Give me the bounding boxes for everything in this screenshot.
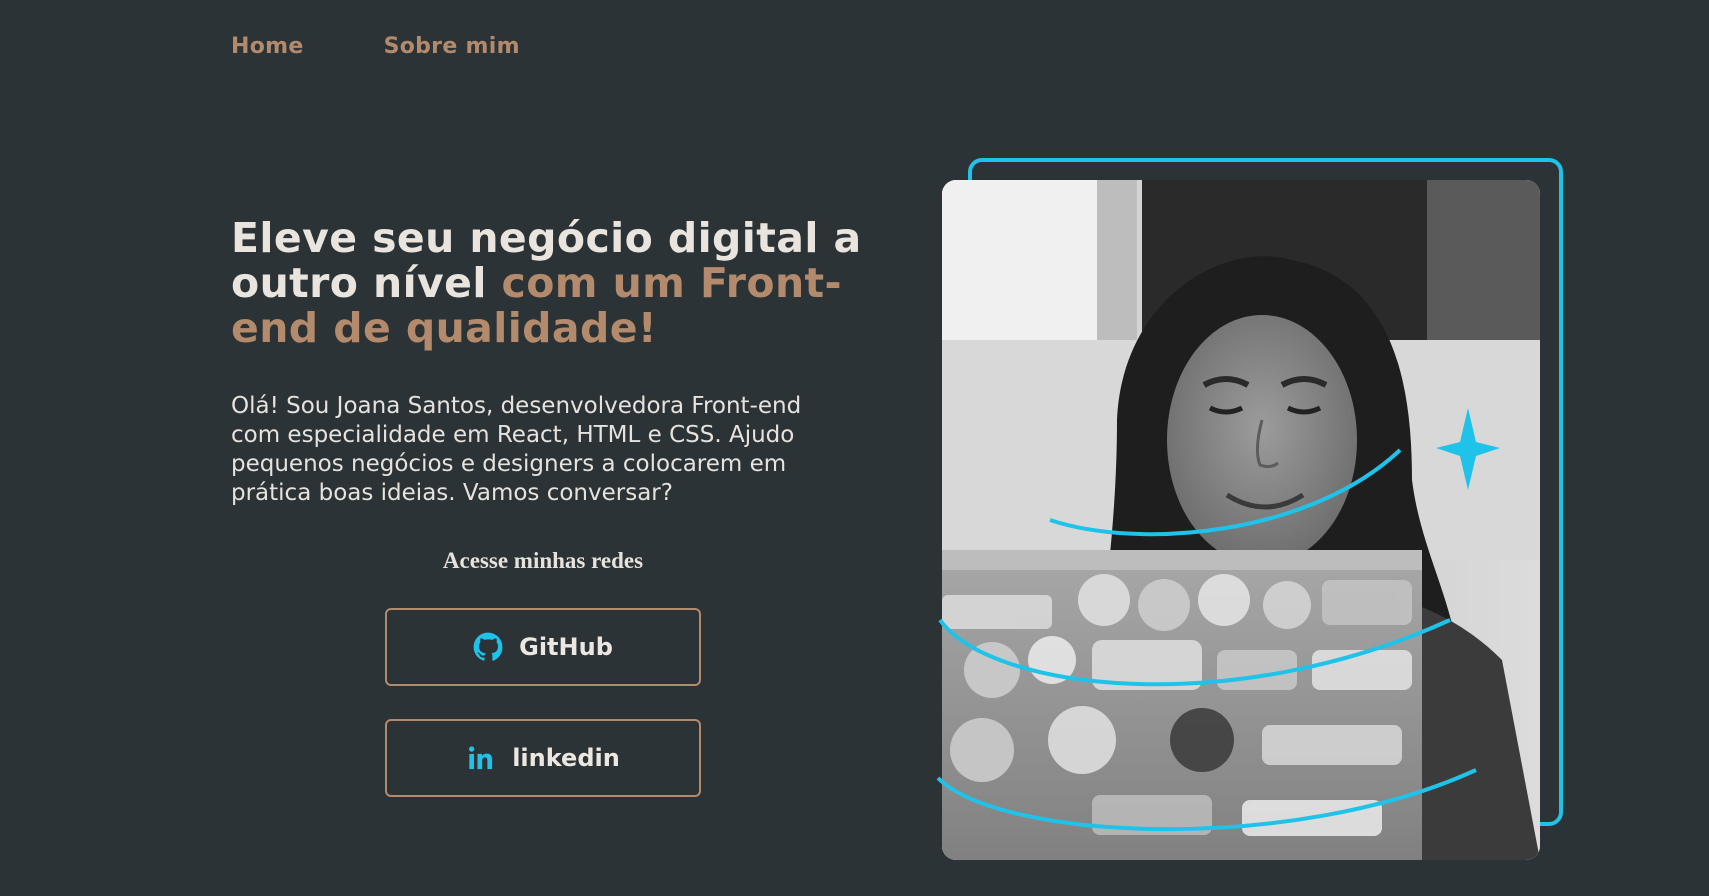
top-nav: Home Sobre mim	[231, 34, 520, 59]
hero-headline: Eleve seu negócio digital a outro nível …	[231, 216, 871, 351]
github-button[interactable]: GitHub	[385, 608, 701, 686]
github-icon	[473, 632, 503, 662]
github-label: GitHub	[519, 633, 613, 661]
linkedin-label: linkedin	[512, 744, 620, 772]
nav-about-link[interactable]: Sobre mim	[384, 34, 520, 59]
hero-intro: Olá! Sou Joana Santos, desenvolvedora Fr…	[231, 393, 802, 506]
nav-home-link[interactable]: Home	[231, 34, 304, 59]
linkedin-icon	[466, 743, 496, 773]
linkedin-button[interactable]: linkedin	[385, 719, 701, 797]
page: Home Sobre mim Eleve seu negócio digital…	[0, 0, 1709, 896]
profile-photo	[942, 180, 1540, 860]
profile-photo-illustration	[942, 180, 1540, 860]
socials-title: Acesse minhas redes	[442, 548, 644, 573]
